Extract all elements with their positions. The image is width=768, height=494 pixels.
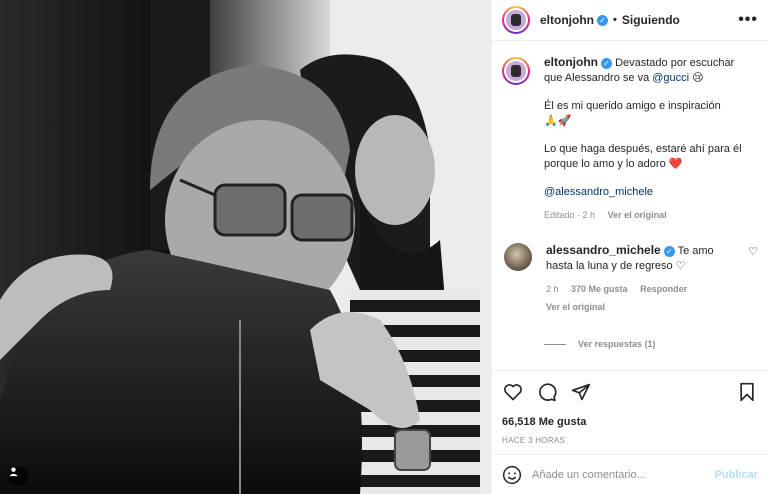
following-button[interactable]: Siguiendo	[622, 13, 680, 27]
caption-tag: @alessandro_michele	[544, 185, 749, 200]
pray-rocket-emoji: 🙏🚀	[544, 115, 572, 127]
more-options-icon[interactable]: •••	[738, 11, 758, 29]
post-side-panel: eltonjohn ✓ • Siguiendo ••• eltonjohn ✓ D…	[491, 0, 768, 494]
commenter-avatar[interactable]	[504, 243, 532, 271]
bookmark-icon[interactable]	[736, 381, 758, 403]
author-username[interactable]: eltonjohn	[540, 13, 594, 27]
view-replies-label: Ver respuestas (1)	[578, 339, 656, 349]
comment-likes[interactable]: 370 Me gusta	[571, 284, 628, 294]
outline-heart-emoji: ♡	[675, 260, 686, 272]
publish-button[interactable]: Publicar	[715, 469, 758, 481]
heart-icon[interactable]	[502, 381, 524, 403]
post-caption: eltonjohn ✓ Devastado por escuchar que Al…	[502, 55, 758, 223]
action-bar	[492, 370, 768, 412]
commenter-username[interactable]: alessandro_michele	[546, 243, 661, 257]
caption-username[interactable]: eltonjohn	[544, 55, 598, 69]
verified-badge-icon: ✓	[597, 14, 608, 26]
comment-input[interactable]	[532, 468, 715, 481]
emoji-picker-icon[interactable]	[502, 465, 522, 485]
post-header: eltonjohn ✓ • Siguiendo •••	[492, 0, 768, 41]
caption-meta: Editado · 2 h Ver el original	[544, 208, 749, 223]
caption-line1: eltonjohn ✓ Devastado por escuchar que Al…	[544, 55, 749, 86]
red-heart-emoji: ❤️	[668, 158, 683, 170]
separator-dot: •	[613, 14, 617, 26]
replies-divider	[544, 343, 566, 345]
share-icon[interactable]	[570, 381, 592, 403]
caption-para2: Él es mi querido amigo e inspiración 🙏🚀	[544, 100, 721, 127]
comment-meta: 2 h 370 Me gusta Responder	[546, 282, 736, 297]
comment-item: alessandro_michele ✓ Te amo hasta la luna…	[502, 243, 758, 315]
see-original-link[interactable]: Ver el original	[608, 210, 667, 220]
post-timestamp[interactable]: HACE 3 HORAS	[492, 428, 768, 454]
instagram-post: eltonjohn ✓ • Siguiendo ••• eltonjohn ✓ D…	[0, 0, 768, 494]
caption-para3: Lo que haga después, estaré ahí para él …	[544, 143, 742, 170]
tag-link[interactable]: @alessandro_michele	[544, 186, 653, 198]
comments-section: eltonjohn ✓ Devastado por escuchar que Al…	[492, 41, 768, 370]
reply-button[interactable]: Responder	[640, 284, 687, 294]
mention-link[interactable]: @gucci	[652, 72, 689, 84]
user-tag-icon[interactable]	[8, 466, 28, 486]
caption-avatar[interactable]	[502, 57, 530, 85]
post-photo[interactable]	[0, 0, 491, 494]
author-avatar[interactable]	[502, 6, 530, 34]
comment-translate: Ver el original	[546, 300, 736, 315]
edited-label: Editado · 2 h	[544, 210, 596, 220]
verified-badge-icon: ✓	[663, 245, 675, 257]
sad-emoji: 😢	[692, 72, 704, 84]
verified-badge-icon: ✓	[601, 57, 612, 69]
see-original-link[interactable]: Ver el original	[546, 302, 605, 312]
add-comment-bar: Publicar	[492, 454, 768, 494]
comment-like-heart-icon[interactable]: ♡	[748, 245, 758, 258]
comment-time[interactable]: 2 h	[546, 284, 559, 294]
likes-count[interactable]: 66,518 Me gusta	[492, 412, 768, 428]
view-replies-button[interactable]: Ver respuestas (1)	[544, 339, 758, 349]
photo-illustration	[0, 0, 491, 494]
comment-icon[interactable]	[536, 381, 558, 403]
